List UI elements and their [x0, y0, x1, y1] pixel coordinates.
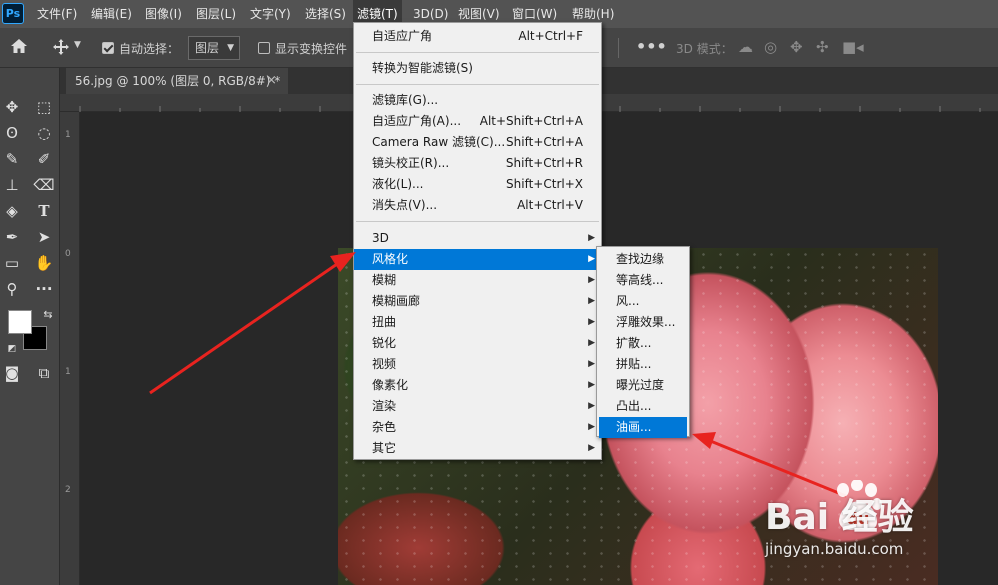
watermark-logo-text: Bai 经验: [765, 497, 914, 538]
baidu-watermark: du Bai 经验 jingyan.baidu.com: [765, 480, 995, 570]
watermark-url: jingyan.baidu.com: [765, 540, 904, 558]
arrow-to-stylize-icon: [149, 252, 356, 395]
